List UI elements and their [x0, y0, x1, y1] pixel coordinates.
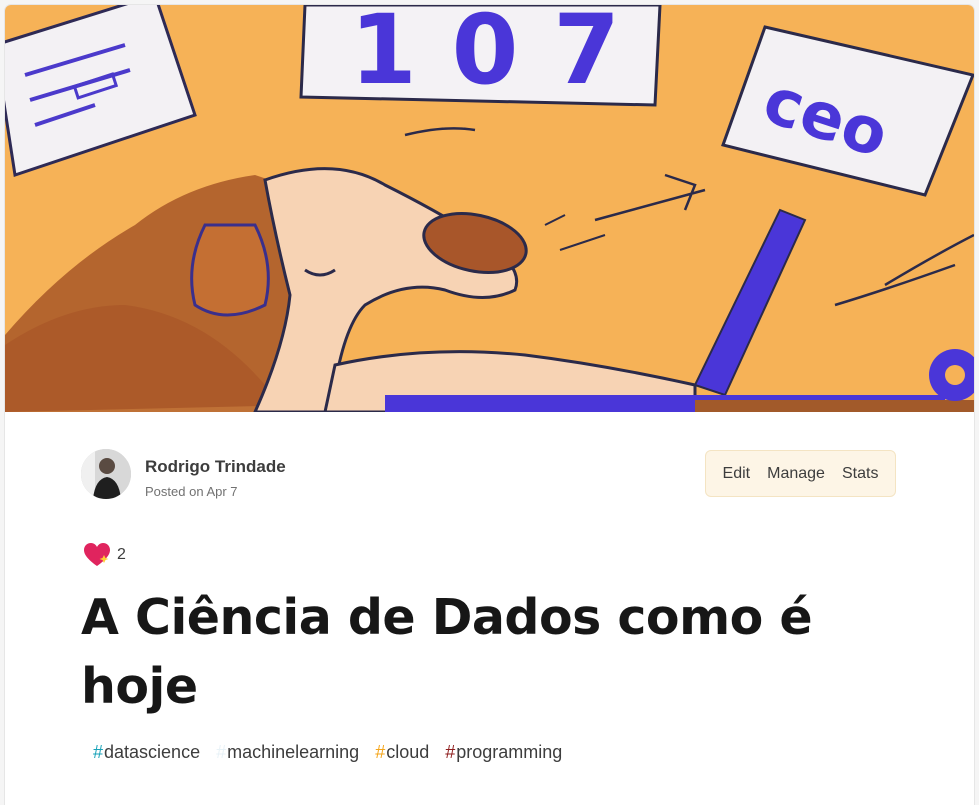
sparkle-heart-icon	[84, 543, 110, 566]
author-avatar[interactable]	[81, 449, 131, 499]
author-name[interactable]: Rodrigo Trindade	[145, 457, 286, 477]
tag-hash: #	[375, 742, 386, 762]
edit-button[interactable]: Edit	[719, 459, 755, 489]
tag-list: #datascience #machinelearning #cloud #pr…	[85, 738, 570, 767]
stats-button[interactable]: Stats	[838, 459, 882, 489]
tag-label: cloud	[386, 742, 430, 762]
reactions-summary[interactable]: 2	[83, 541, 126, 569]
tag-label: machinelearning	[227, 742, 360, 762]
tag-machinelearning[interactable]: #machinelearning	[208, 738, 367, 767]
tag-datascience[interactable]: #datascience	[85, 738, 208, 767]
tag-hash: #	[93, 742, 104, 762]
reaction-count: 2	[117, 546, 126, 563]
sign-number: 107	[350, 5, 620, 106]
article-title: A Ciência de Dados como é hoje	[81, 589, 813, 715]
tag-label: datascience	[104, 742, 201, 762]
cover-image: 107 ceo	[5, 5, 974, 412]
manage-button[interactable]: Manage	[763, 459, 829, 489]
author-actions: Edit Manage Stats	[705, 450, 896, 497]
posted-date: Posted on Apr 7	[145, 484, 238, 499]
tag-label: programming	[456, 742, 563, 762]
article-card: 107 ceo Rodrigo Trindade Posted on Apr 7…	[5, 5, 974, 805]
tag-hash: #	[216, 742, 227, 762]
author-row: Rodrigo Trindade Posted on Apr 7 Edit Ma…	[81, 449, 896, 501]
tag-programming[interactable]: #programming	[437, 738, 570, 767]
number-sign-illustration: 107	[299, 5, 662, 107]
tag-cloud[interactable]: #cloud	[367, 738, 437, 767]
tag-hash: #	[445, 742, 456, 762]
avatar-photo	[81, 449, 131, 499]
